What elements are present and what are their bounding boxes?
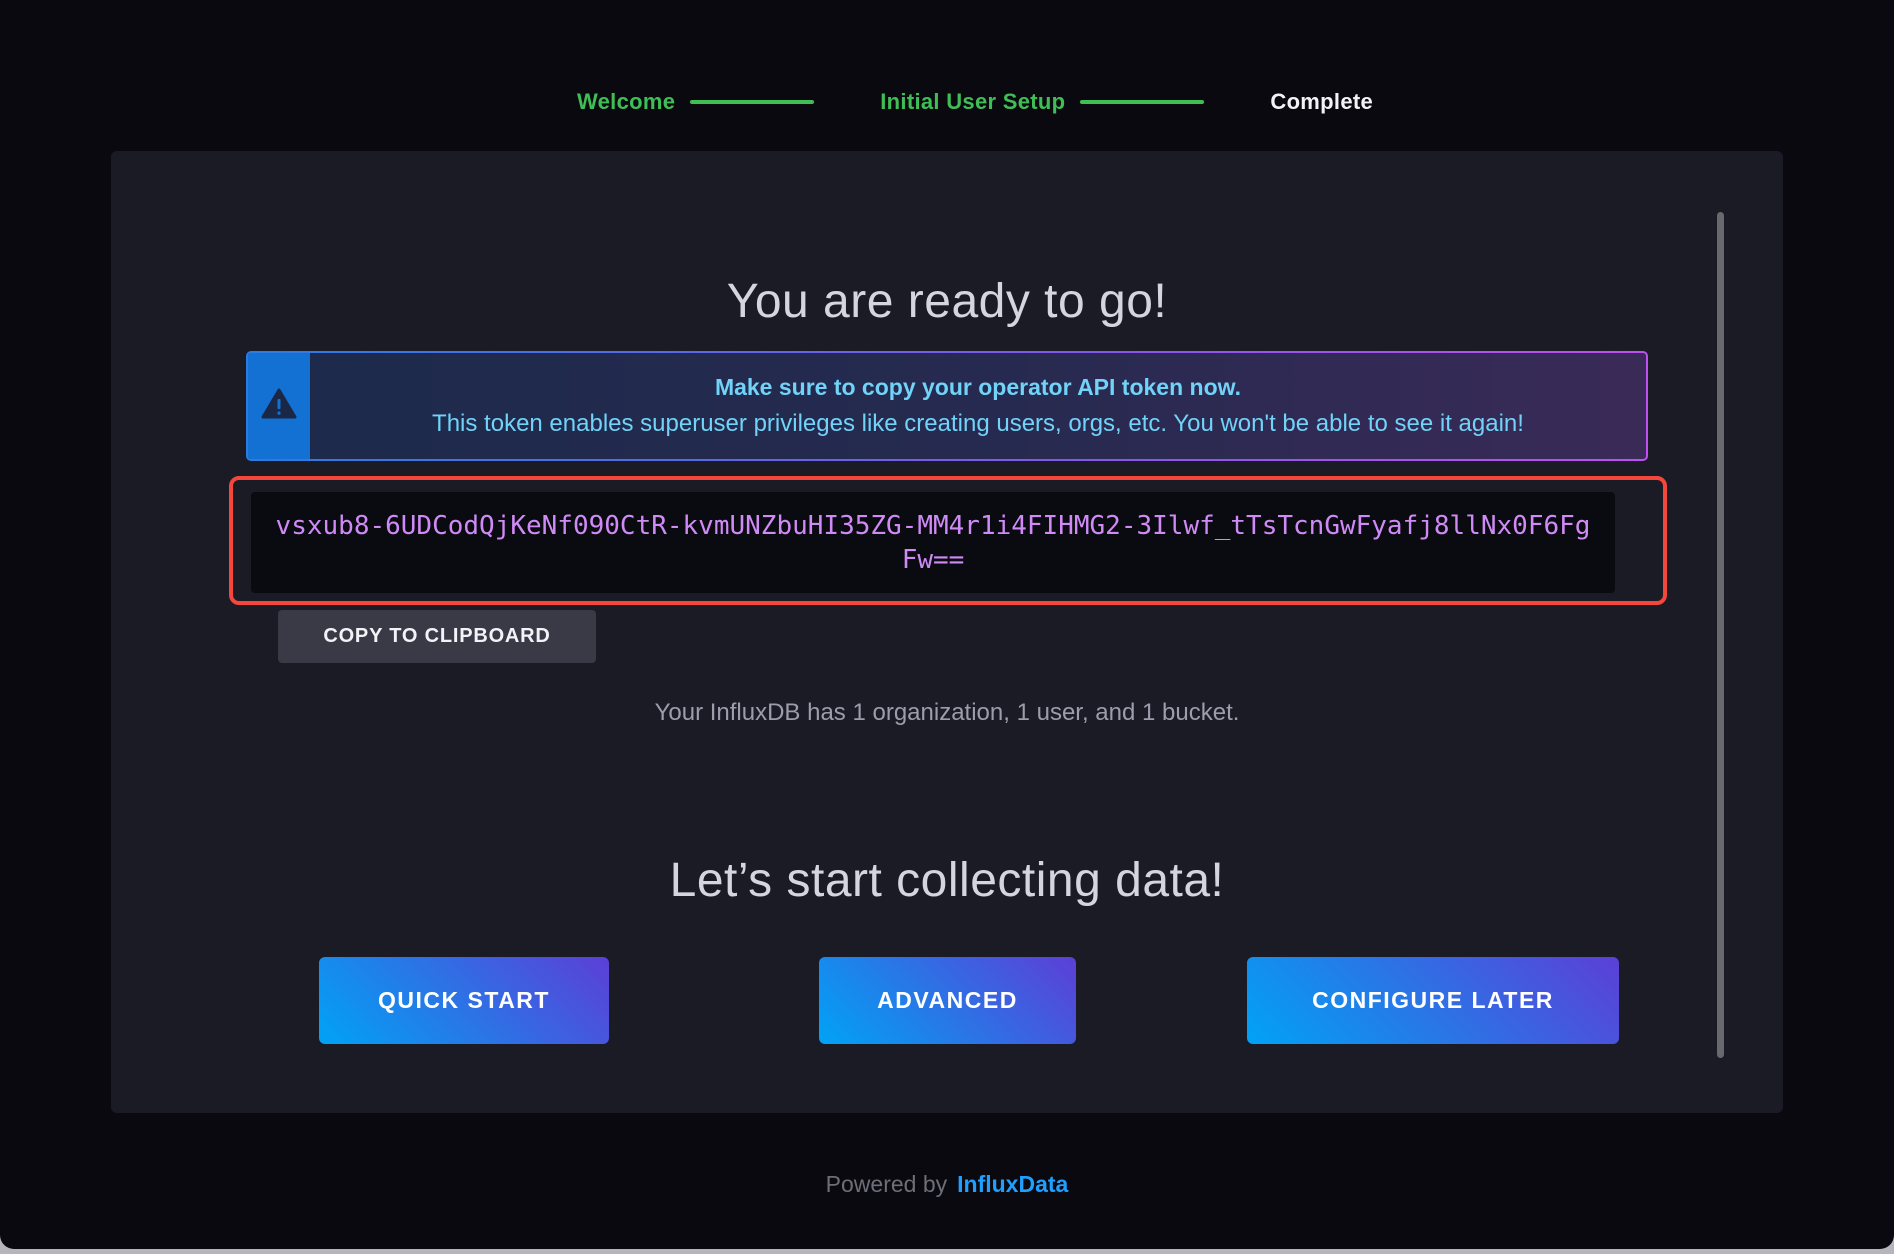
footer: Powered by InfluxData [0,1171,1894,1198]
onboarding-page: Welcome Initial User Setup Complete You … [0,0,1894,1249]
warning-icon [261,388,297,425]
setup-card: You are ready to go! Make sure to copy y… [111,151,1783,1113]
ready-heading: You are ready to go! [111,274,1783,329]
api-token-box: vsxub8-6UDCodQjKeNf090CtR-kvmUNZbuHI35ZG… [251,492,1615,593]
step-connector-2 [1080,100,1204,104]
powered-by-label: Powered by [826,1171,947,1197]
copy-to-clipboard-button[interactable]: COPY TO CLIPBOARD [278,610,596,663]
influxdata-brand-link[interactable]: InfluxData [957,1171,1068,1197]
collect-data-heading: Let’s start collecting data! [111,853,1783,908]
configure-later-button[interactable]: CONFIGURE LATER [1247,957,1619,1044]
warning-title: Make sure to copy your operator API toke… [715,374,1241,401]
step-welcome[interactable]: Welcome [577,89,675,115]
warning-icon-panel [248,353,310,459]
token-warning-banner: Make sure to copy your operator API toke… [246,351,1648,461]
card-scrollbar[interactable] [1717,212,1724,1058]
step-connector-1 [690,100,814,104]
resource-summary-text: Your InfluxDB has 1 organization, 1 user… [111,699,1783,727]
warning-text-block: Make sure to copy your operator API toke… [310,353,1646,459]
warning-body: This token enables superuser privileges … [432,410,1524,438]
quick-start-button[interactable]: QUICK START [319,957,609,1044]
advanced-button[interactable]: ADVANCED [819,957,1076,1044]
setup-stepper: Welcome Initial User Setup Complete [0,86,1894,118]
api-token-value: vsxub8-6UDCodQjKeNf090CtR-kvmUNZbuHI35ZG… [271,509,1595,577]
step-complete[interactable]: Complete [1270,89,1373,115]
step-initial-user-setup[interactable]: Initial User Setup [880,89,1065,115]
